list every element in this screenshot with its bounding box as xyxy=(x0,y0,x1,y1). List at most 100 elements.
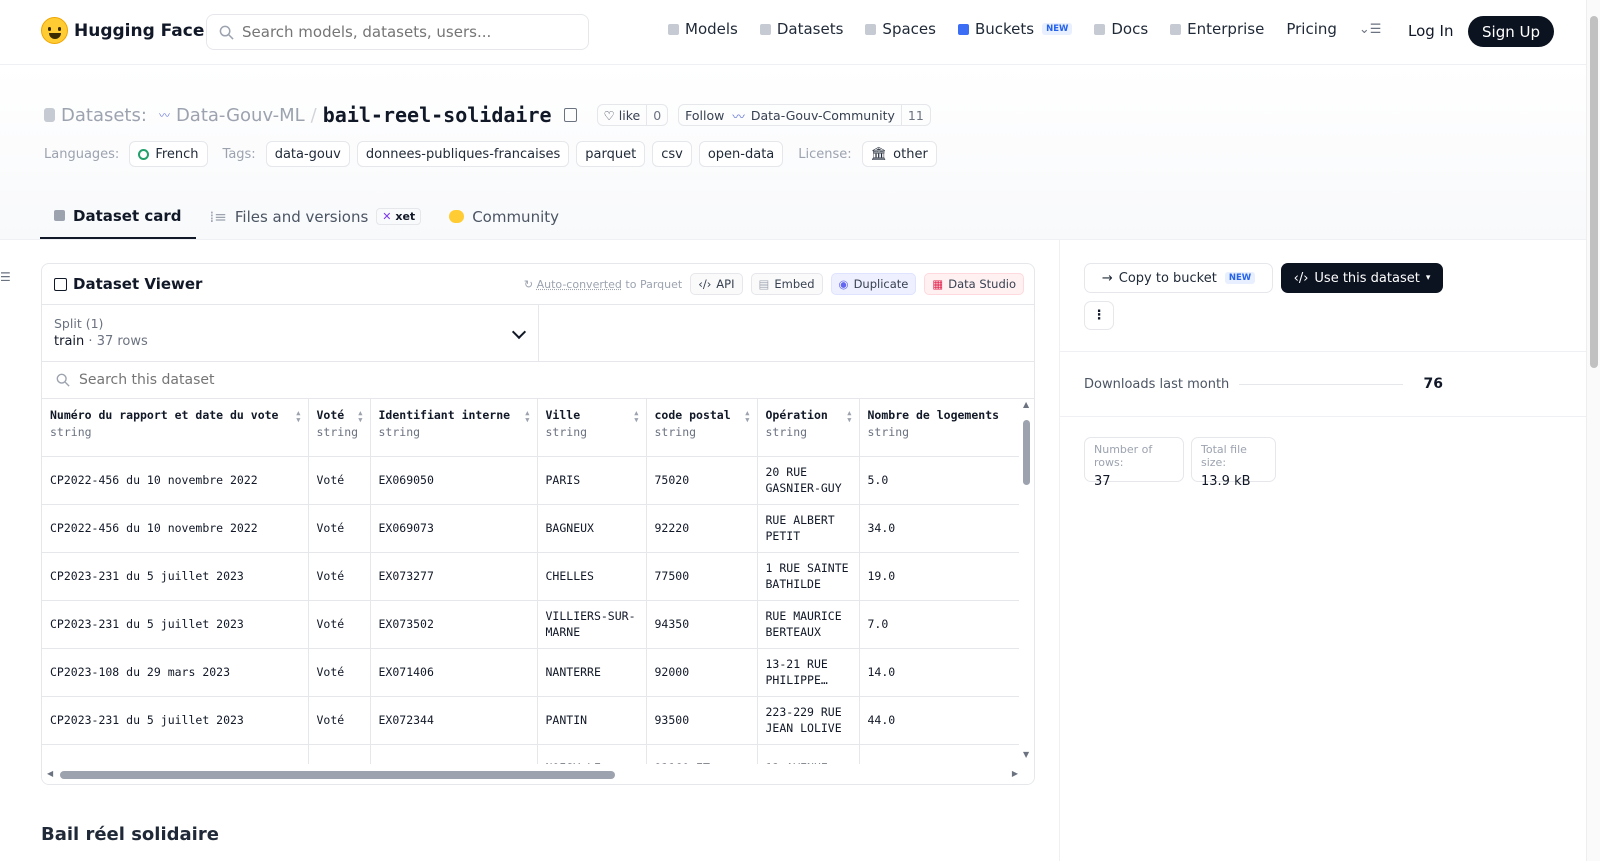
table-cell: 93160 ET xyxy=(646,744,758,765)
data-studio-button[interactable]: ▦ Data Studio xyxy=(924,273,1024,295)
tag-item[interactable]: parquet xyxy=(576,141,646,167)
column-header[interactable]: Voté string ▲ ▼ xyxy=(308,399,371,457)
follow-org: Data-Gouv-Community xyxy=(750,107,895,123)
tab-files-and-versions[interactable]: ⁞≡ Files and versions ✕ xet xyxy=(196,194,436,239)
nav-enterprise[interactable]: Enterprise xyxy=(1170,20,1264,38)
brand-logo[interactable]: Hugging Face xyxy=(41,17,204,44)
nav-datasets[interactable]: Datasets xyxy=(759,20,843,38)
scrollbar-thumb[interactable] xyxy=(1023,420,1030,485)
column-header[interactable]: Numéro du rapport et date du vote string ▲… xyxy=(42,399,309,457)
table-cell: NOISY-LE- xyxy=(537,744,647,765)
table-cell xyxy=(859,744,1019,765)
main-nav: Models Datasets Spaces Buckets NEW Docs E… xyxy=(668,20,1381,38)
table-cell: Voté xyxy=(308,552,371,601)
nav-spaces[interactable]: Spaces xyxy=(865,20,936,38)
global-search[interactable] xyxy=(206,14,589,50)
column-header[interactable]: Identifiant interne string ▲ ▼ xyxy=(370,399,538,457)
split-name: train xyxy=(54,334,85,349)
table-row[interactable]: CP2023-231 du 5 juillet 2023 Voté EX073502… xyxy=(42,600,1019,649)
dataset-search[interactable] xyxy=(42,362,1034,399)
dataset-search-input[interactable] xyxy=(79,372,479,388)
search-input[interactable] xyxy=(242,23,572,41)
toc-toggle-icon[interactable]: ☰ xyxy=(0,270,11,284)
scroll-right-icon[interactable]: ▶ xyxy=(1012,769,1018,778)
tag-item[interactable]: donnees-publiques-francaises xyxy=(356,141,570,167)
downloads-stat: Downloads last month 76 xyxy=(1084,376,1443,392)
page-scrollbar[interactable] xyxy=(1586,0,1600,861)
scroll-left-icon[interactable]: ◀ xyxy=(47,769,53,778)
api-button[interactable]: ‹/› API xyxy=(690,273,743,295)
vertical-scrollbar[interactable]: ▲ ▼ xyxy=(1023,400,1030,759)
tag-license[interactable]: 🏛 other xyxy=(861,141,937,167)
copy-icon[interactable] xyxy=(563,108,577,122)
column-name: Opération xyxy=(765,408,828,422)
scroll-up-icon[interactable]: ▲ xyxy=(1023,400,1029,409)
column-type: string xyxy=(378,425,421,439)
tab-dataset-card[interactable]: Dataset card xyxy=(40,194,196,239)
autoconverted-link[interactable]: Auto-converted xyxy=(537,278,622,291)
follow-button[interactable]: Follow 〰 Data-Gouv-Community 11 xyxy=(678,104,931,126)
nav-pricing[interactable]: Pricing xyxy=(1286,20,1337,38)
table-row[interactable]: CP2023-231 du 5 juillet 2023 Voté EX072344… xyxy=(42,696,1019,745)
tag-language[interactable]: French xyxy=(129,141,208,167)
arrow-right-icon: → xyxy=(1101,270,1113,286)
sort-icon[interactable]: ▲ ▼ xyxy=(525,410,529,424)
column-header[interactable]: Opération string ▲ ▼ xyxy=(757,399,860,457)
scrollbar-thumb[interactable] xyxy=(60,771,615,779)
column-type: string xyxy=(765,425,808,439)
files-icon: ⁞≡ xyxy=(209,207,227,226)
horizontal-scrollbar[interactable]: ◀ ▶ xyxy=(42,764,1034,784)
table-cell: CP2023-231 du 5 juillet 2023 xyxy=(42,696,309,745)
sort-icon[interactable]: ▲ ▼ xyxy=(358,410,362,424)
sort-icon[interactable]: ▲ ▼ xyxy=(296,410,300,424)
split-bar: Split (1) train · 37 rows xyxy=(42,305,1034,362)
dataset-name[interactable]: bail-reel-solidaire xyxy=(323,103,552,127)
like-button[interactable]: ♡ like 0 xyxy=(596,104,669,126)
split-dot: · xyxy=(88,334,93,349)
table-cell: CP2023-108 du 29 mars 2023 xyxy=(42,648,309,697)
embed-label: Embed xyxy=(774,277,815,291)
nav-buckets[interactable]: Buckets NEW xyxy=(957,20,1073,38)
new-badge: NEW xyxy=(1042,23,1073,35)
sort-icon[interactable]: ▲ ▼ xyxy=(847,410,851,424)
table-cell xyxy=(370,744,538,765)
scroll-down-icon[interactable]: ▼ xyxy=(1023,750,1029,759)
column-header[interactable]: code postal string ▲ ▼ xyxy=(646,399,758,457)
top-navbar: Hugging Face Models Datasets Spaces Buck… xyxy=(0,0,1586,65)
table-row[interactable]: CP2022-456 du 10 novembre 2022 Voté EX0690… xyxy=(42,504,1019,553)
sort-icon[interactable]: ▲ ▼ xyxy=(745,410,749,424)
search-icon xyxy=(56,373,70,387)
column-header[interactable]: Nombre de logements string xyxy=(859,399,1019,457)
languages-label: Languages: xyxy=(44,146,120,162)
nav-docs[interactable]: Docs xyxy=(1094,20,1148,38)
embed-button[interactable]: ▤ Embed xyxy=(750,273,823,295)
table-row[interactable]: CP2023-108 du 29 mars 2023 Voté EX071406 NA… xyxy=(42,648,1019,697)
use-dataset-button[interactable]: ‹/› Use this dataset ▾ xyxy=(1281,263,1443,293)
viewer-title: Dataset Viewer xyxy=(54,275,202,293)
signup-button[interactable]: Sign Up xyxy=(1468,16,1554,47)
sort-icon[interactable]: ▲ ▼ xyxy=(634,410,638,424)
table-row[interactable]: NOISY-LE-93160 ET12 AVENUE xyxy=(42,744,1019,765)
nav-spaces-label: Spaces xyxy=(882,20,936,38)
tab-community[interactable]: Community xyxy=(435,194,573,239)
models-icon xyxy=(668,23,679,35)
scrollbar-thumb[interactable] xyxy=(1590,16,1598,368)
tag-item[interactable]: open-data xyxy=(698,141,784,167)
column-header[interactable]: Ville string ▲ ▼ xyxy=(537,399,647,457)
table-row[interactable]: CP2022-456 du 10 novembre 2022 Voté EX0690… xyxy=(42,456,1019,505)
copy-to-bucket-button[interactable]: → Copy to bucket NEW xyxy=(1084,263,1273,293)
table-cell: 12 AVENUE xyxy=(757,744,860,765)
tag-item[interactable]: csv xyxy=(652,141,692,167)
login-link[interactable]: Log In xyxy=(1408,22,1454,40)
nav-models[interactable]: Models xyxy=(668,20,738,38)
org-link[interactable]: Data-Gouv-ML xyxy=(176,105,305,126)
license-label: License: xyxy=(798,146,852,162)
tag-item[interactable]: data-gouv xyxy=(265,141,350,167)
more-menu-icon[interactable]: ⌄☰ xyxy=(1359,22,1382,37)
more-options-icon[interactable]: ⋮ xyxy=(1084,301,1114,330)
split-selector[interactable]: Split (1) train · 37 rows xyxy=(42,305,539,362)
table-container: Numéro du rapport et date du vote string ▲… xyxy=(42,399,1034,765)
table-row[interactable]: CP2023-231 du 5 juillet 2023 Voté EX073277… xyxy=(42,552,1019,601)
duplicate-button[interactable]: ◉ Duplicate xyxy=(830,273,917,295)
like-label: like xyxy=(618,107,641,123)
